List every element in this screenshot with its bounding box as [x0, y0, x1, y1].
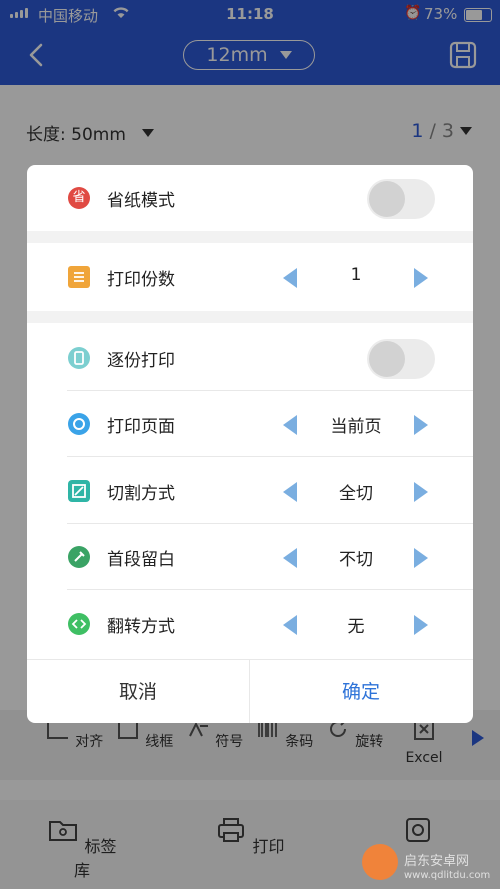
print-settings-dialog: 省 省纸模式 打印份数 1 逐份打印 打印页面 当前页 切割方式 全切 首段留白… — [27, 165, 473, 723]
flip-mode-next-arrow-icon[interactable] — [414, 615, 428, 635]
row-flip-mode: 翻转方式 无 — [27, 591, 473, 657]
row-label: 切割方式 — [107, 484, 175, 504]
print-page-prev-arrow-icon[interactable] — [283, 415, 297, 435]
first-margin-prev-arrow-icon[interactable] — [283, 548, 297, 568]
row-collate: 逐份打印 — [27, 325, 473, 391]
watermark: 启东安卓网 www.qdlitdu.com — [362, 844, 491, 883]
copies-increase-arrow-icon[interactable] — [414, 268, 428, 288]
paper-save-icon: 省 — [68, 187, 90, 209]
cut-mode-next-arrow-icon[interactable] — [414, 482, 428, 502]
paper-save-toggle[interactable] — [367, 179, 435, 219]
row-print-page: 打印页面 当前页 — [27, 391, 473, 457]
watermark-name: 启东安卓网 — [404, 854, 470, 869]
first-margin-value: 不切 — [339, 550, 373, 570]
cut-mode-prev-arrow-icon[interactable] — [283, 482, 297, 502]
collate-icon — [68, 347, 90, 369]
dialog-footer: 取消 确定 — [27, 659, 473, 723]
row-first-margin: 首段留白 不切 — [27, 524, 473, 590]
section-gap — [27, 231, 473, 243]
copies-value: 1 — [350, 265, 362, 285]
flip-mode-value: 无 — [347, 617, 365, 637]
cut-mode-value: 全切 — [339, 484, 373, 504]
confirm-button[interactable]: 确定 — [250, 660, 472, 723]
row-label: 打印页面 — [107, 417, 175, 437]
divider — [67, 589, 473, 590]
row-label: 省纸模式 — [107, 191, 175, 211]
divider — [67, 456, 473, 457]
collate-toggle[interactable] — [367, 339, 435, 379]
row-label: 打印份数 — [107, 270, 175, 290]
row-label: 翻转方式 — [107, 617, 175, 637]
margin-icon — [68, 546, 90, 568]
row-label: 逐份打印 — [107, 351, 175, 371]
print-page-icon — [68, 413, 90, 435]
cancel-button[interactable]: 取消 — [27, 660, 250, 723]
copies-icon — [68, 266, 90, 288]
print-page-value: 当前页 — [330, 417, 382, 437]
row-copies: 打印份数 1 — [27, 244, 473, 310]
section-gap — [27, 311, 473, 323]
copies-decrease-arrow-icon[interactable] — [283, 268, 297, 288]
watermark-url: www.qdlitdu.com — [404, 870, 491, 881]
flip-icon — [68, 613, 90, 635]
watermark-logo-icon — [362, 844, 398, 880]
row-label: 首段留白 — [107, 550, 175, 570]
row-cut-mode: 切割方式 全切 — [27, 458, 473, 524]
cut-icon — [68, 480, 90, 502]
flip-mode-prev-arrow-icon[interactable] — [283, 615, 297, 635]
print-page-next-arrow-icon[interactable] — [414, 415, 428, 435]
first-margin-next-arrow-icon[interactable] — [414, 548, 428, 568]
row-paper-save: 省 省纸模式 — [27, 165, 473, 231]
